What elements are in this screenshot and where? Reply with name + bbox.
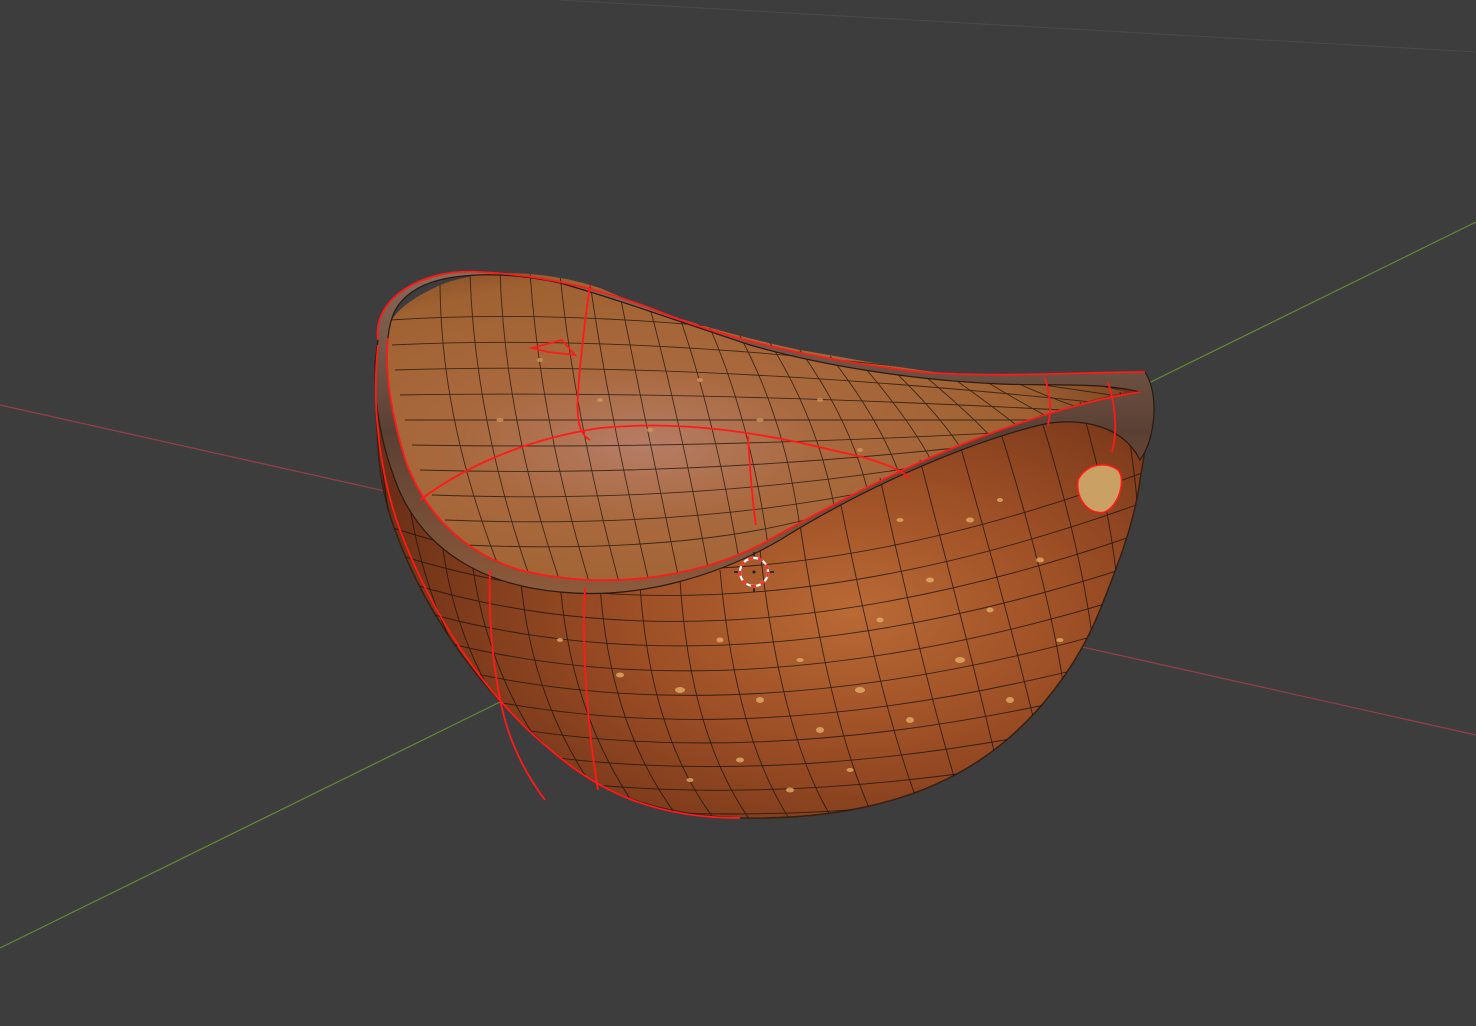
bowl-mesh[interactable] xyxy=(370,270,1155,840)
3d-viewport[interactable] xyxy=(0,0,1476,1026)
viewport-canvas[interactable] xyxy=(0,0,1476,1026)
horizon-guide xyxy=(559,0,1476,53)
